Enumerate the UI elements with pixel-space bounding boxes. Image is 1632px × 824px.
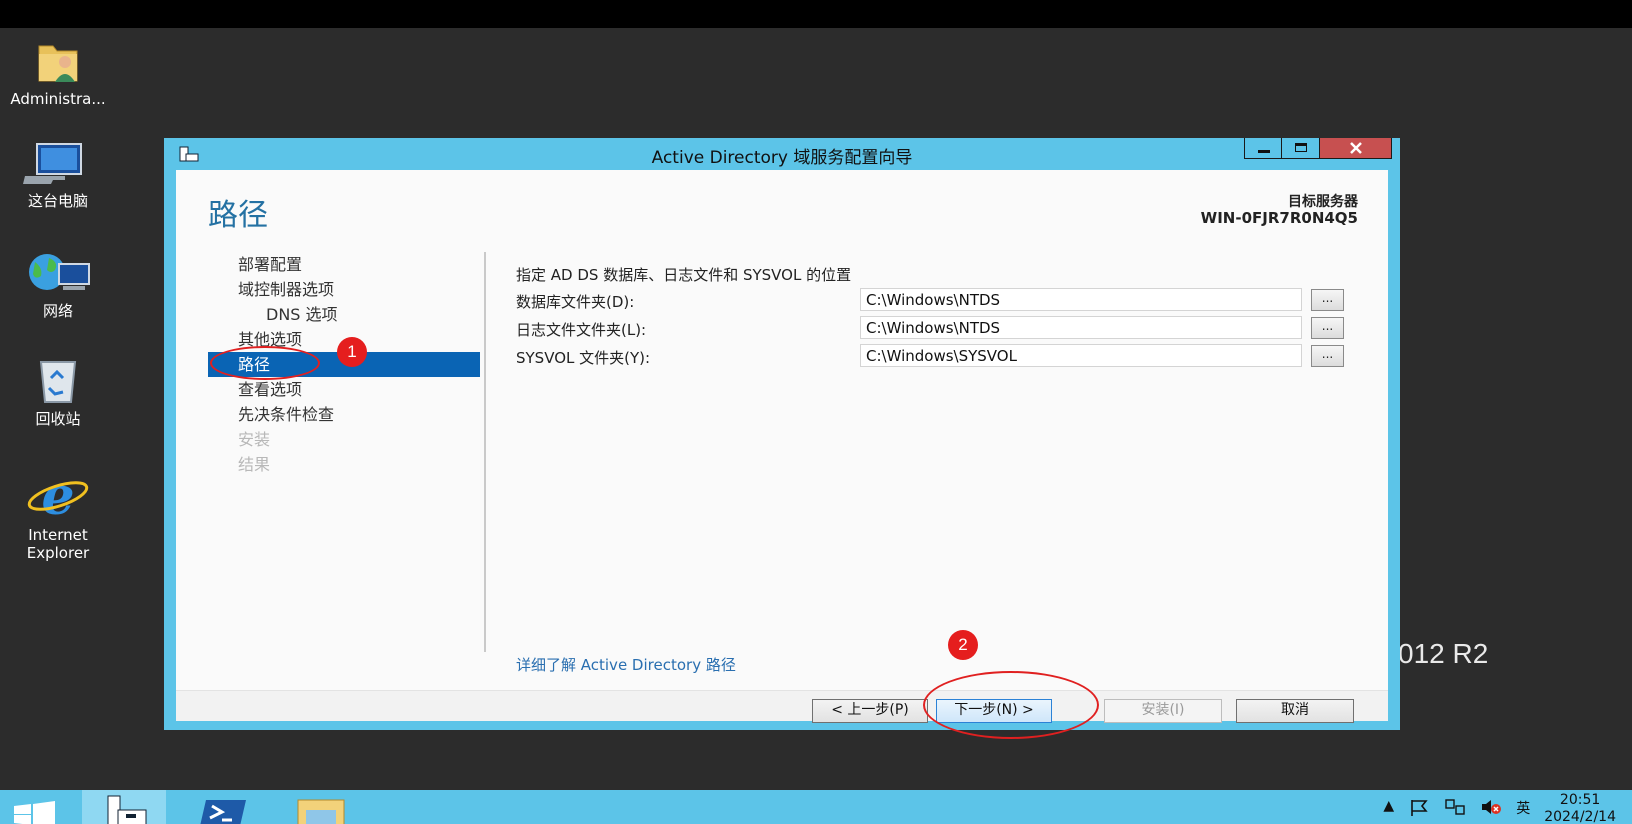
clock-date: 2024/2/14 [1544, 809, 1616, 824]
internet-explorer-icon: e [27, 466, 89, 527]
desktop-icon-recycle-bin[interactable]: 回收站 [0, 358, 118, 428]
log-folder-browse-button[interactable]: ... [1311, 317, 1344, 339]
taskbar: ▲ 英 20:51 2024/2/14 [0, 790, 1632, 824]
nav-item-dc-options[interactable]: 域控制器选项 [208, 277, 480, 302]
wizard-footer: < 上一步(P) 下一步(N) > 安装(I) 取消 [176, 690, 1388, 723]
database-folder-row: 数据库文件夹(D): ... [516, 286, 1376, 313]
annotation-ellipse-paths [210, 346, 320, 380]
clock-time: 20:51 [1559, 792, 1601, 808]
title-bar[interactable]: Active Directory 域服务配置向导 [164, 138, 1400, 168]
annotation-ellipse-next [923, 671, 1099, 739]
annotation-badge-1: 1 [337, 337, 367, 367]
desktop-icon-label: 网络 [42, 302, 73, 320]
annotation-badge-2: 2 [948, 630, 978, 660]
close-icon [1350, 142, 1362, 154]
sysvol-folder-input[interactable] [860, 344, 1302, 367]
nav-item-deployment-config[interactable]: 部署配置 [208, 252, 480, 277]
recycle-bin-icon [39, 361, 77, 403]
database-folder-browse-button[interactable]: ... [1311, 289, 1344, 311]
log-folder-row: 日志文件文件夹(L): ... [516, 314, 1376, 341]
desktop-icon-administrator[interactable]: Administra... [0, 36, 118, 108]
target-server-name: WIN-0FJR7R0N4Q5 [1200, 209, 1358, 227]
file-explorer-icon[interactable] [296, 798, 348, 824]
svg-text:e: e [41, 470, 74, 520]
sysvol-folder-label: SYSVOL 文件夹(Y): [516, 349, 651, 367]
nav-divider [484, 252, 486, 652]
log-folder-label: 日志文件文件夹(L): [516, 321, 647, 339]
user-folder-icon [38, 45, 78, 82]
desktop-icon-this-pc[interactable]: 这台电脑 [0, 142, 118, 210]
target-server-info: 目标服务器 WIN-0FJR7R0N4Q5 [1201, 194, 1358, 226]
ime-indicator[interactable]: 英 [1516, 798, 1530, 818]
learn-more-link[interactable]: 详细了解 Active Directory 路径 [516, 654, 736, 675]
desktop-icon-internet-explorer[interactable]: e Internet Explorer [0, 466, 118, 562]
sysvol-folder-row: SYSVOL 文件夹(Y): ... [516, 342, 1376, 369]
taskbar-server-manager-button[interactable] [82, 790, 166, 824]
nav-item-installation: 安装 [238, 430, 271, 449]
log-folder-input[interactable] [860, 316, 1302, 339]
nav-item-dns-options[interactable]: DNS 选项 [208, 302, 480, 327]
database-folder-label: 数据库文件夹(D): [516, 293, 635, 311]
previous-button[interactable]: < 上一步(P) [812, 699, 928, 723]
os-watermark: 012 R2 [1398, 638, 1489, 669]
maximize-button[interactable] [1282, 138, 1320, 159]
minimize-button[interactable] [1244, 138, 1282, 159]
nav-item-prerequisites-check[interactable]: 先决条件检查 [208, 402, 480, 427]
computer-icon [23, 143, 82, 184]
desktop-icon-label: Internet Explorer [26, 526, 90, 562]
database-folder-input[interactable] [860, 288, 1302, 311]
nav-item-results: 结果 [238, 455, 271, 474]
powershell-icon[interactable] [200, 796, 248, 824]
target-server-label: 目标服务器 [1288, 194, 1358, 210]
network-tray-icon[interactable] [1444, 798, 1466, 816]
cancel-button[interactable]: 取消 [1236, 699, 1354, 723]
clock[interactable]: 20:51 2024/2/14 [1544, 792, 1616, 824]
paths-description: 指定 AD DS 数据库、日志文件和 SYSVOL 的位置 [516, 266, 852, 284]
nav-item-review-options[interactable]: 查看选项 [208, 377, 480, 402]
server-manager-icon [107, 795, 147, 824]
desktop-icon-label: 回收站 [35, 410, 81, 428]
wizard-client-area: 路径 目标服务器 WIN-0FJR7R0N4Q5 部署配置 域控制器选项 DNS… [176, 170, 1388, 723]
window-title: Active Directory 域服务配置向导 [651, 148, 913, 168]
install-button: 安装(I) [1104, 699, 1222, 723]
maximize-icon [1295, 143, 1307, 152]
desktop-icon-label: Administra... [10, 90, 106, 108]
paths-content: 指定 AD DS 数据库、日志文件和 SYSVOL 的位置 数据库文件夹(D):… [516, 264, 1376, 369]
desktop-icon-label: 这台电脑 [27, 192, 88, 210]
minimize-icon [1258, 150, 1270, 153]
volume-muted-icon[interactable] [1480, 798, 1502, 816]
sysvol-folder-browse-button[interactable]: ... [1311, 345, 1344, 367]
close-button[interactable] [1320, 138, 1392, 159]
show-hidden-icons-icon[interactable]: ▲ [1383, 798, 1394, 814]
page-title: 路径 [208, 198, 268, 233]
network-icon [29, 254, 90, 290]
ad-ds-config-wizard-window: Active Directory 域服务配置向导 路径 目标服务器 WIN-0F… [164, 138, 1400, 730]
desktop-icon-network[interactable]: 网络 [0, 250, 118, 320]
action-center-flag-icon[interactable] [1408, 798, 1430, 816]
system-tray: ▲ 英 20:51 2024/2/14 [1383, 792, 1616, 824]
windows-start-icon[interactable] [14, 797, 56, 824]
